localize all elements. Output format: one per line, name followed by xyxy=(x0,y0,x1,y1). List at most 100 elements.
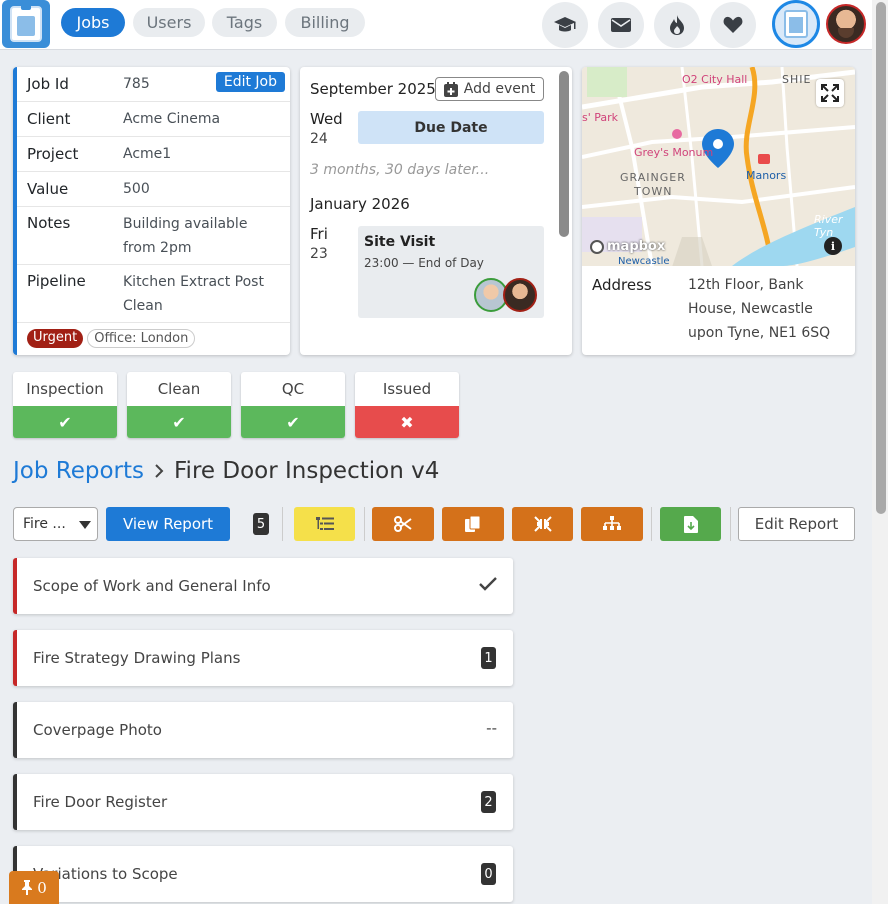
divider xyxy=(730,507,731,541)
stage-issued[interactable]: Issued ✖ xyxy=(355,372,459,438)
check-icon: ✔ xyxy=(241,406,345,438)
download-button[interactable] xyxy=(660,507,721,541)
section-title: Fire Door Register xyxy=(33,793,168,811)
job-key: Notes xyxy=(27,214,71,232)
job-details-card: Job Id 785 Edit Job Client Acme Cinema Pro… xyxy=(13,67,290,355)
job-value: Acme Cinema xyxy=(123,111,221,127)
section-title: Coverpage Photo xyxy=(33,721,162,739)
due-date-event[interactable]: Due Date xyxy=(358,111,544,144)
caret-down-icon xyxy=(79,521,91,529)
gap-text: 3 months, 30 days later... xyxy=(310,162,490,178)
app-logo[interactable] xyxy=(2,0,50,48)
section-title: Scope of Work and General Info xyxy=(33,577,271,595)
check-icon: ✔ xyxy=(13,406,117,438)
company-switch-button[interactable] xyxy=(772,0,820,48)
job-key: Project xyxy=(27,145,79,163)
merge-button[interactable] xyxy=(512,507,573,541)
edit-job-button[interactable]: Edit Job xyxy=(215,72,285,92)
info-icon[interactable]: i xyxy=(824,237,842,255)
activity-button[interactable] xyxy=(654,2,700,48)
job-key: Pipeline xyxy=(27,272,86,290)
report-select[interactable]: Fire ... xyxy=(13,507,98,541)
copy-button[interactable] xyxy=(442,507,504,541)
job-value: 500 xyxy=(123,181,150,197)
job-row-value: Value 500 xyxy=(17,172,290,207)
map-label: O2 City Hall xyxy=(682,73,748,86)
graduation-cap-icon xyxy=(554,17,576,32)
tab-tags[interactable]: Tags xyxy=(212,8,277,37)
section-item[interactable]: Coverpage Photo -- xyxy=(13,702,513,758)
view-report-button[interactable]: View Report xyxy=(106,507,230,541)
mapbox-label: mapbox xyxy=(607,239,666,254)
tab-jobs[interactable]: Jobs xyxy=(61,8,125,37)
fullscreen-button[interactable] xyxy=(816,79,844,107)
job-tags: Urgent Office: London xyxy=(27,329,196,348)
office-badge[interactable]: Office: London xyxy=(87,329,196,348)
stage-label: Issued xyxy=(382,380,432,398)
report-count-badge: 5 xyxy=(253,513,269,535)
calendar-scrollbar[interactable] xyxy=(559,71,569,237)
job-key: Job Id xyxy=(27,75,69,93)
map-view[interactable]: O2 City Hall SHIE s' Park Grey's Monum G… xyxy=(582,67,855,266)
breadcrumb-parent-link[interactable]: Job Reports xyxy=(13,458,144,484)
job-row-project: Project Acme1 xyxy=(17,137,290,172)
section-item[interactable]: Variations to Scope 0 xyxy=(13,846,513,902)
divider xyxy=(651,507,652,541)
add-event-button[interactable]: Add event xyxy=(435,77,544,101)
check-icon xyxy=(479,577,497,591)
report-select-value: Fire ... xyxy=(23,516,66,532)
section-item[interactable]: Scope of Work and General Info xyxy=(13,558,513,614)
day-number: 23 xyxy=(310,246,328,262)
stage-qc[interactable]: QC ✔ xyxy=(241,372,345,438)
pinned-count: 0 xyxy=(37,878,47,897)
job-value: Kitchen Extract Post Clean xyxy=(123,274,264,314)
section-item[interactable]: Fire Door Register 2 xyxy=(13,774,513,830)
job-key: Client xyxy=(27,110,71,128)
clipboard-icon xyxy=(10,4,42,42)
breadcrumb: Job Reports Fire Door Inspection v4 xyxy=(13,458,439,484)
envelope-icon xyxy=(611,18,631,32)
heart-icon xyxy=(723,16,743,33)
compress-arrows-icon xyxy=(533,516,552,532)
list-tree-icon xyxy=(315,517,334,530)
cut-button[interactable] xyxy=(372,507,434,541)
chevron-right-icon xyxy=(155,464,164,478)
sitemap-icon xyxy=(603,516,621,530)
calendar-card: September 2025 Add event Wed 24 Due Date… xyxy=(300,67,572,355)
messages-button[interactable] xyxy=(598,2,644,48)
site-visit-event[interactable]: Site Visit 23:00 — End of Day xyxy=(358,226,544,318)
address-label: Address xyxy=(592,276,652,294)
training-button[interactable] xyxy=(542,2,588,48)
map-label: Newcastle xyxy=(618,256,670,266)
stage-inspection[interactable]: Inspection ✔ xyxy=(13,372,117,438)
edit-report-button[interactable]: Edit Report xyxy=(738,507,855,541)
breadcrumb-current: Fire Door Inspection v4 xyxy=(174,458,440,484)
user-avatar[interactable] xyxy=(826,4,866,44)
cross-icon: ✖ xyxy=(355,406,459,438)
tab-users[interactable]: Users xyxy=(133,8,205,37)
page-scrollbar[interactable] xyxy=(872,0,888,904)
mapbox-logo: mapbox xyxy=(590,239,665,254)
split-button[interactable] xyxy=(581,507,643,541)
location-card: O2 City Hall SHIE s' Park Grey's Monum G… xyxy=(582,67,855,355)
assignee-avatar[interactable] xyxy=(503,278,537,312)
urgent-badge[interactable]: Urgent xyxy=(27,329,84,348)
day-number: 24 xyxy=(310,131,328,147)
event-time: 23:00 — End of Day xyxy=(364,256,484,270)
outline-button[interactable] xyxy=(294,507,355,541)
section-item[interactable]: Fire Strategy Drawing Plans 1 xyxy=(13,630,513,686)
calendar-month: September 2025 xyxy=(310,80,436,98)
address-value: 12th Floor, Bank House, Newcastle upon T… xyxy=(688,277,831,341)
stage-clean[interactable]: Clean ✔ xyxy=(127,372,231,438)
map-label: GRAINGER xyxy=(620,171,686,184)
stage-label: QC xyxy=(281,380,305,398)
map-label: Manors xyxy=(746,169,787,182)
scrollbar-thumb[interactable] xyxy=(876,2,886,514)
tab-billing[interactable]: Billing xyxy=(285,8,365,37)
job-value: Acme1 xyxy=(123,146,172,162)
day-name: Wed xyxy=(310,110,343,128)
pinned-button[interactable]: 0 xyxy=(9,871,59,904)
favourites-button[interactable] xyxy=(710,2,756,48)
day-name: Fri xyxy=(310,225,328,243)
top-nav: Jobs Users Tags Billing xyxy=(0,0,872,50)
